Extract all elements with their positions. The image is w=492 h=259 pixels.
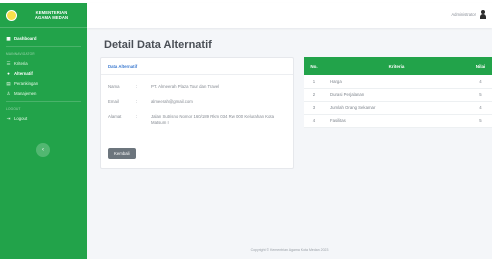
detail-row-alamat: Alamat : Jalan Sutrisno Nomor 160/189 Rk… [108,114,290,126]
sidebar-item-label: Logout [14,115,28,121]
logout-icon: ⇥ [6,115,11,121]
detail-list: Nama : PT. Almeerah Plaza Tour dan Trave… [108,84,290,135]
cell-no: 4 [304,114,324,128]
cell-no: 3 [304,101,324,115]
brand-line2: AGAMA MEDAN [34,15,69,20]
sidebar-item-label: Dashboard [14,35,37,41]
sidebar-section-main: MAINNAVIGATOR [6,52,35,56]
column-header-no: No. [304,57,324,75]
cell-nilai: 5 [469,114,492,128]
table-row: 4 Fasilitas 5 [304,114,492,128]
sidebar-divider [6,101,81,102]
cell-kriteria: Durasi Perjalanan [324,88,469,102]
footer-copyright: Copyright © Kementrian Agama Kota Medan … [250,248,329,252]
users-icon: ● [7,70,10,76]
detail-value: Jalan Sutrisno Nomor 160/189 Rkm 034 Rw … [151,114,275,125]
sidebar-item-dashboard[interactable]: ▦ Dashboard [0,33,87,43]
cell-kriteria: Harga [324,75,469,89]
list-icon: ☰ [6,60,11,66]
cell-no: 1 [304,75,324,89]
detail-value: PT. Almeerah Plaza Tour dan Travel [151,84,220,89]
kemenag-logo-icon [6,9,17,21]
cell-kriteria: Fasilitas [324,114,469,128]
page-title: Detail Data Alternatif [104,39,212,51]
dashboard-icon: ▦ [6,35,11,41]
detail-card: Data Alternatif Nama : PT. Almeerah Plaz… [100,57,294,169]
sidebar-item-perankingan[interactable]: ▤ Perankingan [0,78,87,88]
detail-separator: : [136,99,138,104]
detail-value: almeerah@gmail.com [151,99,193,104]
user-avatar-icon [480,10,486,19]
sidebar: KEMENTERIAN AGAMA MEDAN ▦ Dashboard MAIN… [0,3,87,259]
sidebar-item-label: Manajemen [14,90,37,96]
ranking-icon: ▤ [6,80,11,86]
column-header-nilai: Nilai [469,57,492,75]
detail-separator: : [136,114,138,119]
sidebar-item-label: Alternatif [14,70,33,76]
cell-kriteria: Jumlah Orang Sekamar [324,101,469,115]
sidebar-section-logout: LOGOUT [6,107,21,111]
column-header-kriteria: Kriteria [324,57,469,75]
detail-row-nama: Nama : PT. Almeerah Plaza Tour dan Trave… [108,84,290,90]
sidebar-item-manajemen[interactable]: ♙ Manajemen [0,88,87,98]
detail-label: Alamat [108,114,122,119]
cell-no: 2 [304,88,324,102]
sidebar-divider [6,46,81,47]
detail-label: Nama [108,84,120,89]
cell-nilai: 4 [469,101,492,115]
app-window: KEMENTERIAN AGAMA MEDAN ▦ Dashboard MAIN… [0,0,492,259]
chevron-left-icon: ‹ [42,147,44,153]
user-icon: ♙ [6,90,11,96]
sidebar-item-label: Kriteria [14,60,28,66]
sidebar-item-alternatif[interactable]: ● Alternatif [0,68,87,78]
criteria-table: No. Kriteria Nilai 1 Harga 4 2 Durasi Pe… [304,57,492,128]
user-menu[interactable]: Administrator [451,10,486,19]
topbar: Administrator [87,3,492,28]
sidebar-toggle-button[interactable]: ‹ [36,143,50,157]
sidebar-nav: ▦ Dashboard MAINNAVIGATOR ☰ Kriteria ● A… [0,28,87,123]
sidebar-item-kriteria[interactable]: ☰ Kriteria [0,58,87,68]
cell-nilai: 5 [469,88,492,102]
card-header: Data Alternatif [101,58,293,75]
table-row: 1 Harga 4 [304,75,492,89]
cell-nilai: 4 [469,75,492,89]
detail-separator: : [136,84,138,89]
detail-row-email: Email : almeerah@gmail.com [108,99,290,105]
sidebar-item-label: Perankingan [14,80,39,86]
brand[interactable]: KEMENTERIAN AGAMA MEDAN [0,3,87,28]
table-row: 2 Durasi Perjalanan 5 [304,88,492,102]
table-row: 3 Jumlah Orang Sekamar 4 [304,101,492,115]
user-name: Administrator [451,12,476,17]
table-header-row: No. Kriteria Nilai [304,57,492,75]
detail-label: Email [108,99,119,104]
kembali-button[interactable]: Kembali [108,148,136,159]
brand-title: KEMENTERIAN AGAMA MEDAN [22,10,81,20]
sidebar-item-logout[interactable]: ⇥ Logout [0,113,87,123]
